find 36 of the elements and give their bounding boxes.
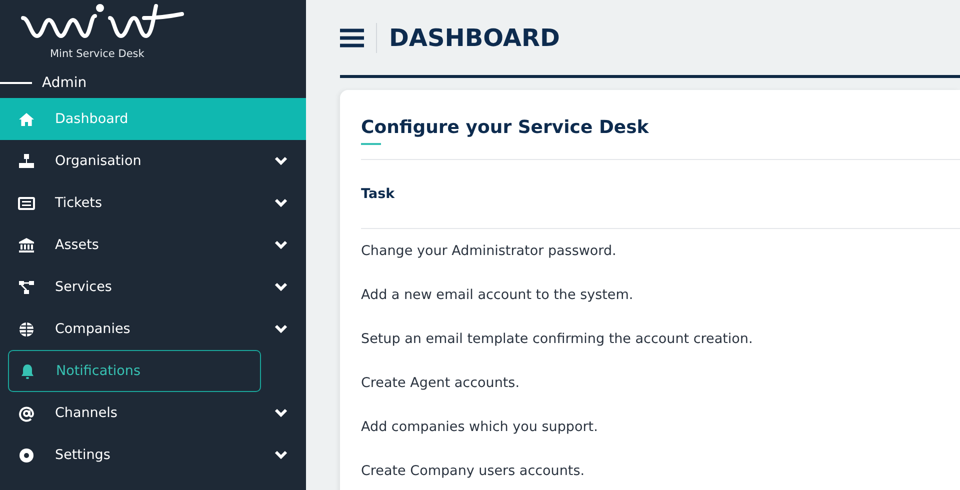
chevron-down-icon [274, 240, 288, 250]
task-text: Create Company users accounts. [361, 462, 585, 482]
brand-name: Mint Service Desk [50, 47, 144, 62]
globe-icon [18, 320, 35, 338]
bell-icon [19, 362, 36, 380]
page-title: DASHBOARD [376, 22, 560, 52]
task-text: Change your Administrator password. [361, 242, 616, 262]
column-header: Task [361, 186, 395, 202]
nav-item[interactable]: Companies [0, 308, 306, 350]
nav-item[interactable]: Settings [0, 434, 306, 476]
nav-item[interactable]: Tickets [0, 182, 306, 224]
chevron-down-icon [274, 408, 288, 418]
section-label: Admin [42, 74, 87, 92]
chevron-down-icon [274, 156, 288, 166]
gear-icon [18, 446, 35, 464]
nav-item[interactable]: Services [0, 266, 306, 308]
nav-item[interactable]: Assets [0, 224, 306, 266]
chevron-down-icon [274, 282, 288, 292]
chevron-down-icon [274, 450, 288, 460]
bank-icon [18, 236, 35, 254]
task-text: Add a new email account to the system. [361, 286, 634, 306]
list-icon [18, 194, 35, 212]
hierarchy-icon [18, 278, 35, 296]
chevron-down-icon [274, 324, 288, 334]
task-text: Add companies which you support. [361, 418, 598, 438]
card-title: Configure your Service Desk [361, 117, 649, 139]
chevron-down-icon [274, 198, 288, 208]
boxes-icon [18, 152, 35, 170]
nav-item[interactable]: Channels [0, 392, 306, 434]
nav-item[interactable]: Organisation [0, 140, 306, 182]
title-underline [361, 143, 381, 145]
task-text: Setup an email template confirming the account creation. [361, 330, 753, 350]
home-icon [18, 110, 35, 128]
nav-item[interactable]: Notifications [8, 350, 261, 392]
at-icon [18, 404, 35, 422]
task-text: Create Agent accounts. [361, 374, 520, 394]
